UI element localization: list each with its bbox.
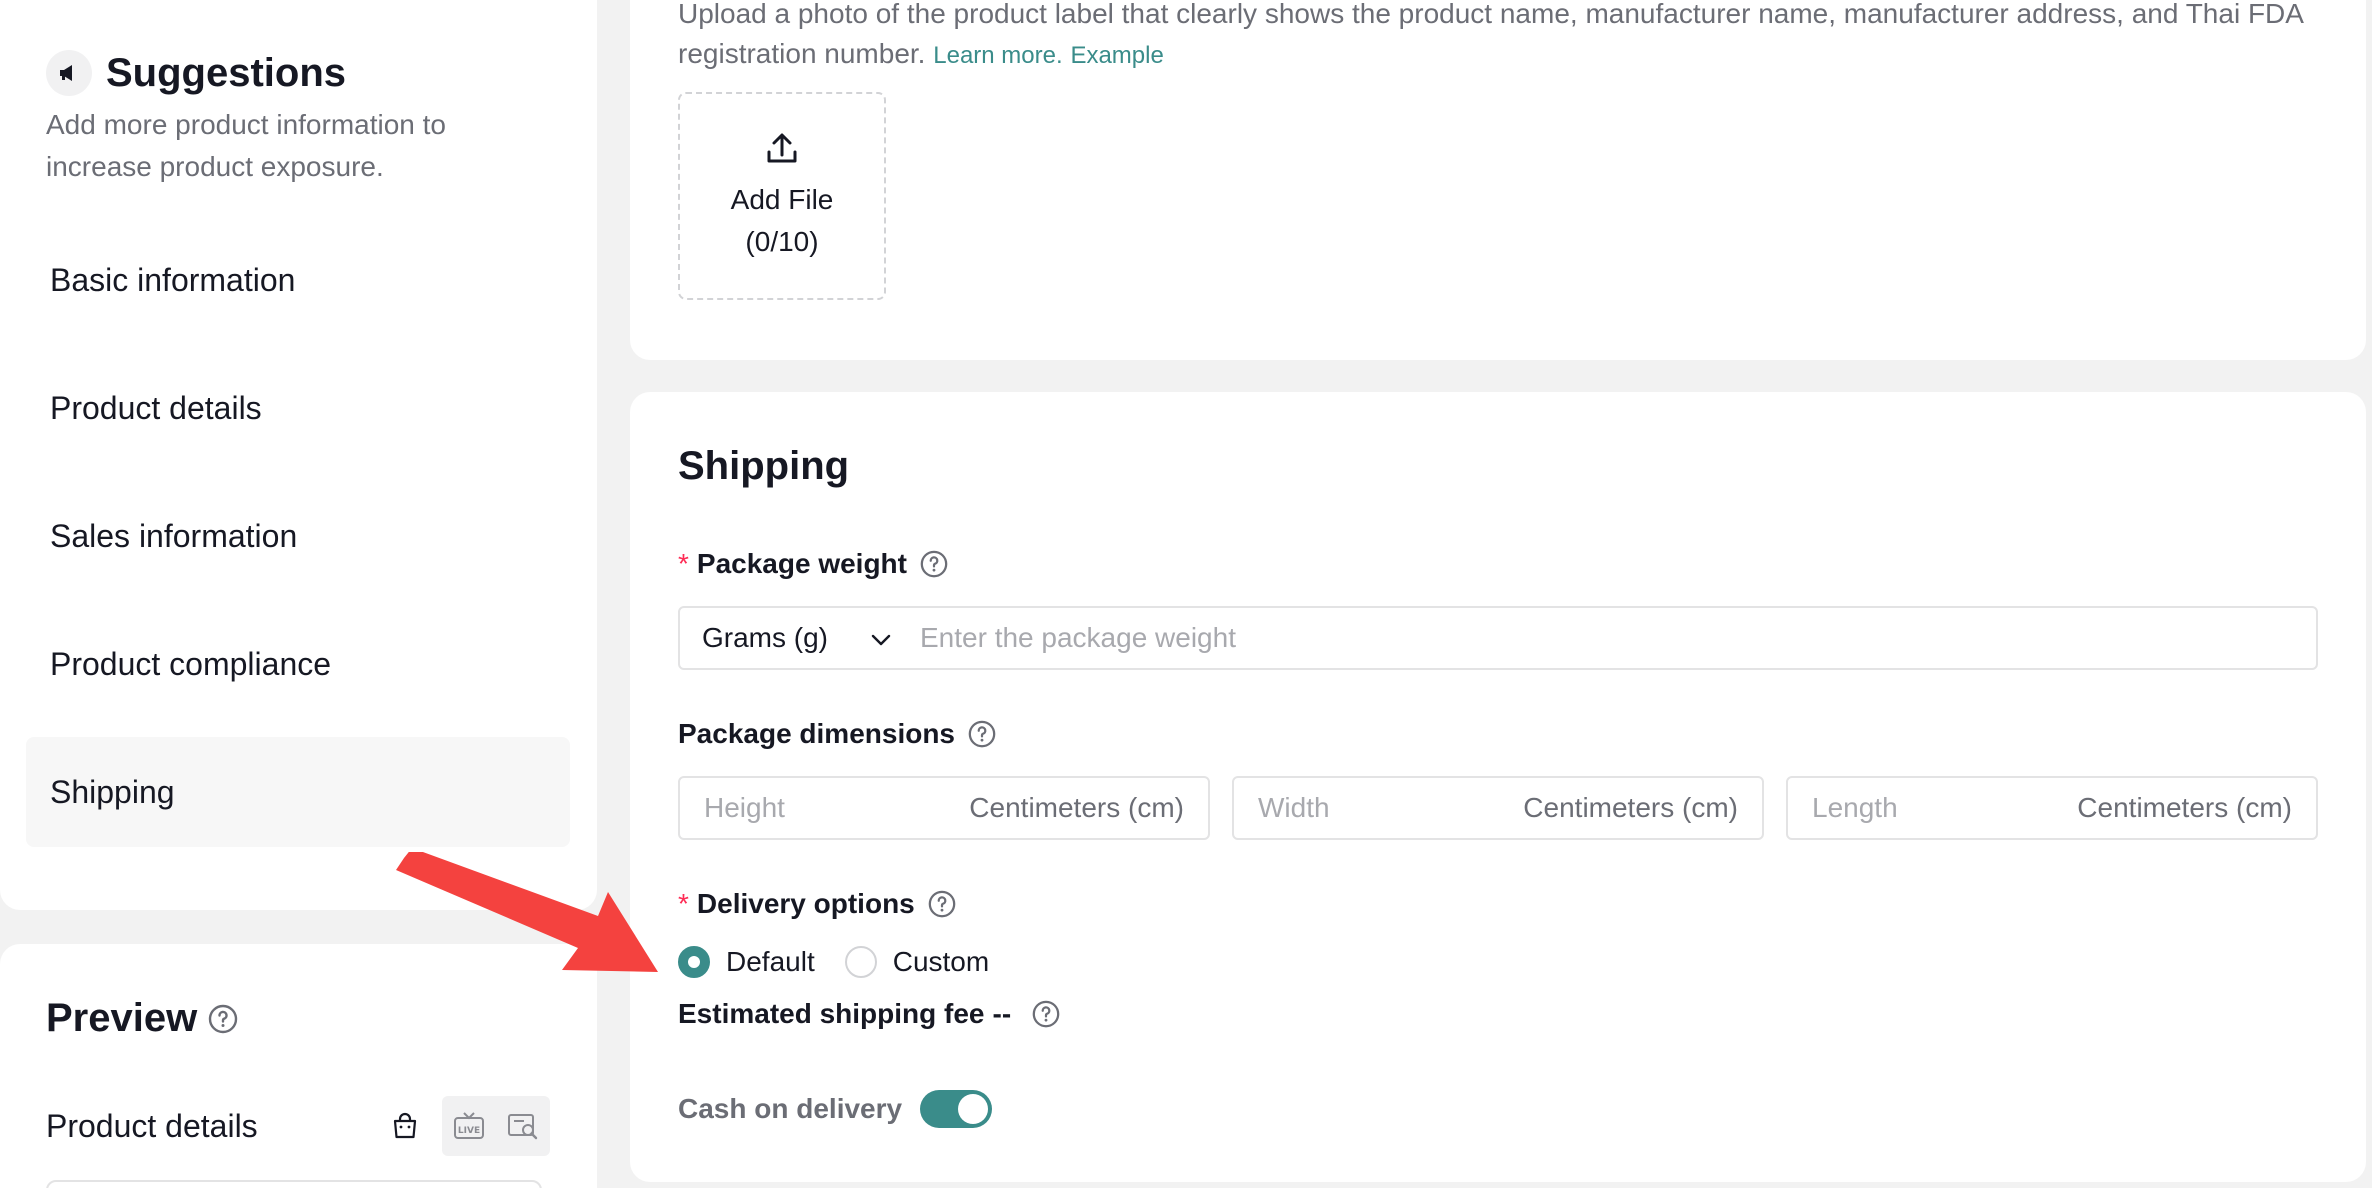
package-weight-label-text: Package weight	[696, 548, 907, 579]
delivery-options-radio-group: Default Custom	[678, 946, 1019, 978]
suggestions-title: Suggestions	[106, 50, 347, 95]
svg-text:LIVE: LIVE	[458, 1126, 480, 1136]
sidebar-item-label: Product details	[50, 389, 262, 426]
height-input-group: Centimeters (cm)	[678, 776, 1210, 840]
height-unit: Centimeters (cm)	[969, 792, 1184, 823]
package-weight-field[interactable]	[920, 608, 2316, 668]
package-weight-input-group: Grams (g)	[678, 606, 2318, 670]
width-input-group: Centimeters (cm)	[1232, 776, 1764, 840]
annotation-arrow-icon	[396, 852, 658, 972]
add-file-upload[interactable]: Add File (0/10)	[678, 92, 886, 300]
shipping-section: Shipping * Package weight Grams (g) Ente…	[630, 392, 2366, 1182]
delivery-option-custom[interactable]: Custom	[844, 946, 990, 978]
length-field[interactable]	[1812, 792, 2012, 824]
learn-more-link[interactable]: Learn more.	[933, 42, 1062, 69]
radio-checked[interactable]	[678, 946, 710, 978]
product-edit-page: Suggestions Add more product information…	[0, 0, 2372, 1188]
sidebar-item-sales-information[interactable]: Sales information	[26, 481, 570, 591]
sidebar-item-label: Shipping	[50, 773, 175, 810]
preview-header: Preview	[46, 996, 239, 1041]
width-unit: Centimeters (cm)	[1523, 792, 1738, 823]
required-asterisk: *	[678, 548, 689, 579]
height-field[interactable]	[704, 792, 904, 824]
sidebar-item-label: Basic information	[50, 261, 296, 298]
help-icon[interactable]	[919, 549, 949, 579]
cod-label: Cash on delivery	[678, 1093, 903, 1124]
length-input-group: Centimeters (cm)	[1786, 776, 2318, 840]
delivery-option-default[interactable]: Default	[678, 946, 815, 978]
preview-frame	[46, 1180, 542, 1188]
help-icon[interactable]	[927, 889, 957, 919]
required-asterisk: *	[678, 888, 689, 919]
radio-unchecked[interactable]	[844, 946, 877, 978]
label-upload-description: Upload a photo of the product label that…	[678, 0, 2318, 76]
toggle-knob	[958, 1094, 989, 1124]
cod-toggle[interactable]	[920, 1090, 993, 1128]
weight-unit-select[interactable]: Grams (g)	[680, 608, 920, 668]
upload-label-text: Add File	[730, 183, 834, 215]
sidebar-item-product-details[interactable]: Product details	[26, 353, 570, 463]
suggestions-description: Add more product information to increase…	[46, 109, 446, 182]
help-icon[interactable]	[967, 719, 997, 749]
shipping-title: Shipping	[678, 444, 850, 488]
delivery-options-label-text: Delivery options	[696, 888, 915, 919]
delivery-options-label: * Delivery options	[678, 888, 957, 920]
example-link[interactable]: Example	[1070, 42, 1163, 69]
upload-icon	[764, 130, 800, 171]
live-icon[interactable]: LIVE	[442, 1096, 496, 1156]
radio-label: Custom	[892, 946, 990, 977]
help-icon[interactable]	[207, 1003, 239, 1035]
preview-toolbar: LIVE	[378, 1096, 550, 1156]
megaphone-icon	[46, 50, 92, 96]
sidebar-item-basic-information[interactable]: Basic information	[26, 225, 570, 335]
package-dimensions-label-text: Package dimensions	[678, 718, 956, 749]
fee-label: Estimated shipping fee	[678, 998, 985, 1029]
radio-label: Default	[726, 946, 815, 977]
sidebar-item-label: Sales information	[50, 517, 298, 554]
help-icon[interactable]	[1031, 999, 1061, 1029]
chevron-down-icon	[870, 622, 892, 654]
length-unit: Centimeters (cm)	[2077, 792, 2292, 823]
preview-product-details-row: Product details LIVE	[46, 1094, 550, 1158]
width-field[interactable]	[1258, 792, 1458, 824]
sidebar-item-label: Product compliance	[50, 645, 332, 682]
cash-on-delivery-row: Cash on delivery	[678, 1090, 993, 1128]
preview-row-label: Product details	[46, 1107, 258, 1144]
suggestions-header: Suggestions	[46, 50, 346, 96]
label-upload-text: Upload a photo of the product label that…	[678, 0, 2303, 69]
sidebar-item-product-compliance[interactable]: Product compliance	[26, 609, 570, 719]
preview-mode-group: LIVE	[442, 1096, 550, 1156]
search-preview-icon[interactable]	[496, 1096, 550, 1156]
weight-unit-value: Grams (g)	[702, 622, 828, 653]
fee-value: --	[992, 998, 1012, 1029]
suggestions-panel: Suggestions Add more product information…	[0, 0, 597, 910]
estimated-shipping-fee: Estimated shipping fee --	[678, 998, 1061, 1030]
upload-count: (0/10)	[745, 225, 819, 257]
sidebar-item-shipping[interactable]: Shipping	[26, 737, 570, 847]
shop-bag-icon[interactable]	[378, 1096, 432, 1156]
product-compliance-section: Upload a photo of the product label that…	[630, 0, 2366, 360]
package-weight-label: * Package weight	[678, 548, 949, 580]
package-dimensions-label: Package dimensions	[678, 718, 997, 750]
preview-title: Preview	[46, 996, 198, 1040]
upload-label: Add File (0/10)	[731, 179, 834, 263]
